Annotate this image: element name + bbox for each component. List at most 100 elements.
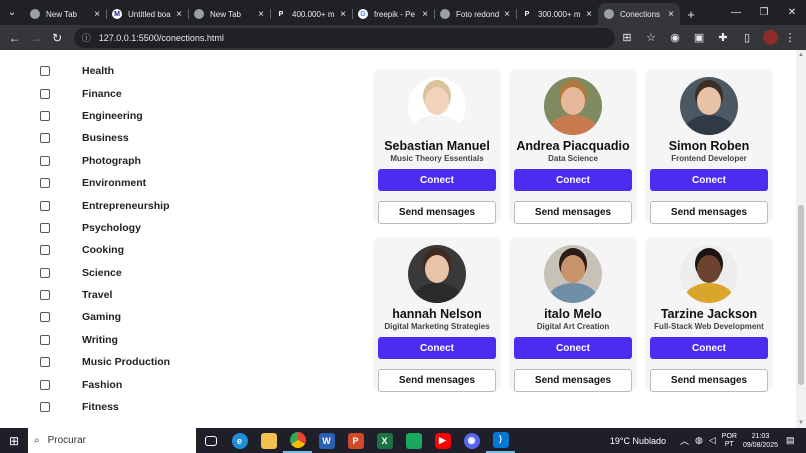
excel-icon[interactable]: X [370,428,399,453]
weather-widget[interactable]: 19°C Nublado [610,436,666,446]
menu-kebab-icon[interactable]: ⋮ [778,31,802,44]
category-item[interactable]: Science [40,262,170,284]
language-indicator[interactable]: POR PT [722,433,737,449]
scroll-up-icon[interactable]: ▲ [798,52,804,58]
category-checkbox[interactable] [40,334,50,345]
category-checkbox[interactable] [40,379,50,390]
taskbar-search[interactable]: ⌕ Procurar [28,428,196,453]
scroll-down-icon[interactable]: ▼ [798,420,804,426]
puzzle-extensions-icon[interactable]: ✚ [711,31,735,44]
task-view-icon[interactable] [196,428,225,453]
category-checkbox[interactable] [40,178,50,189]
close-icon[interactable]: × [422,9,428,20]
discord-icon[interactable]: ◉ [457,428,486,453]
browser-tab-3[interactable]: New Tab × [188,3,270,25]
send-message-button[interactable]: Send mensages [378,201,496,224]
forward-icon[interactable]: → [25,27,46,49]
powerpoint-icon[interactable]: P [341,428,370,453]
category-checkbox[interactable] [40,267,50,278]
category-item[interactable]: Finance [40,82,170,104]
category-checkbox[interactable] [40,88,50,99]
category-checkbox[interactable] [40,402,50,413]
connect-button[interactable]: Conect [650,169,768,191]
category-item[interactable]: Music Production [40,351,170,373]
minimize-icon[interactable]: — [722,0,750,25]
back-icon[interactable]: ← [4,27,25,49]
category-item[interactable]: Photograph [40,150,170,172]
network-icon[interactable]: ◍ [695,435,703,446]
close-window-icon[interactable]: ✕ [778,0,806,25]
category-checkbox[interactable] [40,110,50,121]
send-message-button[interactable]: Send mensages [650,369,768,392]
category-item[interactable]: Environment [40,172,170,194]
close-icon[interactable]: × [586,9,592,20]
browser-tab-7[interactable]: P 300.000+ m × [516,3,598,25]
send-message-button[interactable]: Send mensages [378,369,496,392]
file-explorer-icon[interactable] [254,428,283,453]
chrome-taskbar-icon[interactable] [283,428,312,453]
extension-icon[interactable]: ▣ [687,31,711,44]
address-bar[interactable]: ⓘ 127.0.0.1:5500/conections.html [73,27,616,48]
camera-extension-icon[interactable]: ◉ [663,31,687,44]
category-checkbox[interactable] [40,290,50,301]
browser-tab-5[interactable]: Gfreepik - Pe × [352,3,434,25]
category-checkbox[interactable] [40,155,50,166]
edge-icon[interactable]: e [225,428,254,453]
connect-button[interactable]: Conect [514,169,632,191]
close-icon[interactable]: × [94,9,100,20]
category-item[interactable]: Entrepreneurship [40,194,170,216]
vscode-icon[interactable]: ⟩ [486,428,515,453]
reload-icon[interactable]: ↻ [47,27,68,49]
send-message-button[interactable]: Send mensages [650,201,768,224]
close-icon[interactable]: × [258,9,264,20]
close-icon[interactable]: × [176,9,182,20]
tab-search-icon[interactable]: ⌄ [0,0,24,25]
category-checkbox[interactable] [40,222,50,233]
connect-button[interactable]: Conect [514,337,632,359]
category-item[interactable]: Health [40,60,170,82]
send-message-button[interactable]: Send mensages [514,369,632,392]
connect-button[interactable]: Conect [378,169,496,191]
windows-start-icon[interactable]: ⊞ [0,434,28,448]
browser-tab-2[interactable]: M Untitled boa × [106,3,188,25]
category-checkbox[interactable] [40,312,50,323]
close-icon[interactable]: × [668,9,674,20]
page-scrollbar[interactable]: ▲ ▼ [796,50,806,428]
site-info-icon[interactable]: ⓘ [82,31,91,44]
bookmark-star-icon[interactable]: ☆ [639,31,663,44]
profile-avatar[interactable] [763,30,779,45]
send-message-button[interactable]: Send mensages [514,201,632,224]
app-icon[interactable] [399,428,428,453]
category-checkbox[interactable] [40,200,50,211]
category-item[interactable]: Fashion [40,373,170,395]
category-checkbox[interactable] [40,357,50,368]
category-item[interactable]: Writing [40,329,170,351]
browser-tab-active[interactable]: Conections × [598,3,680,25]
category-item[interactable]: Engineering [40,105,170,127]
clock[interactable]: 21:03 09/08/2025 [743,432,778,450]
category-checkbox[interactable] [40,245,50,256]
volume-icon[interactable]: ◁ [709,435,716,446]
category-checkbox[interactable] [40,66,50,77]
connect-button[interactable]: Conect [650,337,768,359]
category-item[interactable]: Cooking [40,239,170,261]
sidebar-icon[interactable]: ▯ [735,31,759,44]
category-item[interactable]: Fitness [40,396,170,418]
category-checkbox[interactable] [40,133,50,144]
category-item[interactable]: Business [40,127,170,149]
category-item[interactable]: Gaming [40,306,170,328]
youtube-icon[interactable]: ▶ [428,428,457,453]
connect-button[interactable]: Conect [378,337,496,359]
browser-tab-4[interactable]: P 400.000+ m × [270,3,352,25]
category-item[interactable]: Psychology [40,217,170,239]
browser-tab-6[interactable]: Foto redond × [434,3,516,25]
notifications-icon[interactable]: ▤ [786,435,800,446]
new-tab-button[interactable]: + [680,3,702,25]
scroll-thumb[interactable] [798,205,804,385]
close-icon[interactable]: × [340,9,346,20]
tray-chevron-icon[interactable]: ︿ [680,434,689,447]
translate-icon[interactable]: ⊞ [615,31,639,44]
browser-tab-1[interactable]: New Tab × [24,3,106,25]
category-item[interactable]: Travel [40,284,170,306]
word-icon[interactable]: W [312,428,341,453]
